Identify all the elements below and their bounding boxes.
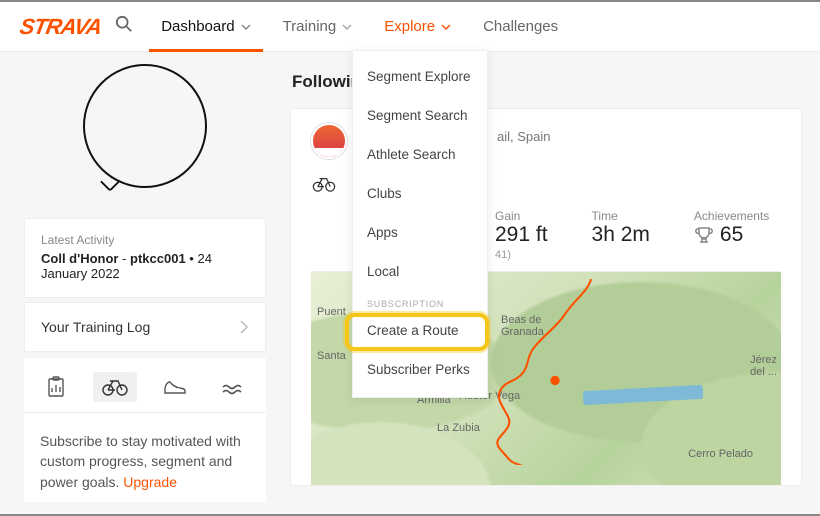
nav-explore-label: Explore bbox=[384, 18, 435, 35]
latest-activity-card[interactable]: Latest Activity Coll d'Honor - ptkcc001 … bbox=[24, 218, 266, 298]
search-icon[interactable] bbox=[109, 15, 141, 38]
swim-icon bbox=[222, 379, 246, 395]
nav-challenges-label: Challenges bbox=[483, 18, 558, 35]
nav-explore[interactable]: Explore bbox=[372, 2, 463, 52]
dd-create-route[interactable]: Create a Route bbox=[353, 311, 487, 350]
nav-dashboard[interactable]: Dashboard bbox=[149, 2, 262, 52]
tab-stats[interactable] bbox=[34, 372, 78, 402]
dd-apps[interactable]: Apps bbox=[353, 213, 487, 252]
dd-subscriber-perks[interactable]: Subscriber Perks bbox=[353, 350, 487, 389]
dd-section-subscription: SUBSCRIPTION bbox=[353, 291, 487, 311]
dd-segment-search[interactable]: Segment Search bbox=[353, 96, 487, 135]
explore-dropdown: Segment Explore Segment Search Athlete S… bbox=[352, 50, 488, 398]
latest-activity-line: Coll d'Honor - ptkcc001 • 24 January 202… bbox=[41, 251, 249, 281]
chevron-right-icon bbox=[239, 320, 249, 334]
chevron-down-icon bbox=[241, 22, 251, 32]
nav-training-label: Training bbox=[283, 18, 337, 35]
chevron-down-icon bbox=[441, 22, 451, 32]
subscribe-promo: Subscribe to stay motivated with custom … bbox=[24, 413, 266, 502]
stat-time-value: 3h 2m bbox=[592, 223, 650, 247]
dd-local[interactable]: Local bbox=[353, 252, 487, 291]
stat-gain-label: Gain bbox=[495, 209, 548, 223]
activity-location: ail, Spain bbox=[497, 129, 550, 144]
nav-challenges[interactable]: Challenges bbox=[471, 2, 570, 52]
sidebar: Latest Activity Coll d'Honor - ptkcc001 … bbox=[24, 60, 266, 502]
top-navbar: STRAVA Dashboard Training Explore Challe… bbox=[0, 2, 820, 52]
tab-bike[interactable] bbox=[93, 372, 137, 402]
profile-avatar[interactable] bbox=[83, 64, 207, 188]
latest-activity-name: Coll d'Honor bbox=[41, 251, 118, 266]
sidebar-tab-row bbox=[24, 358, 266, 413]
trophy-icon bbox=[694, 225, 714, 245]
chevron-down-icon bbox=[342, 22, 352, 32]
dd-segment-explore[interactable]: Segment Explore bbox=[353, 57, 487, 96]
activity-type-badge bbox=[311, 171, 337, 197]
bike-icon bbox=[102, 378, 128, 396]
clipboard-chart-icon bbox=[46, 376, 66, 398]
stat-time-label: Time bbox=[592, 209, 650, 223]
stat-extra: 41) bbox=[495, 249, 548, 261]
latest-activity-header: Latest Activity bbox=[41, 233, 249, 247]
latest-activity-user: ptkcc001 bbox=[130, 251, 186, 266]
stat-ach-value: 65 bbox=[694, 223, 769, 247]
shoe-icon bbox=[163, 379, 187, 395]
tab-swim[interactable] bbox=[212, 372, 256, 402]
stat-ach-label: Achievements bbox=[694, 209, 769, 223]
athlete-avatar[interactable] bbox=[311, 123, 347, 159]
training-log-label: Your Training Log bbox=[41, 319, 150, 335]
bike-icon bbox=[312, 176, 336, 192]
stat-gain-value: 291 ft bbox=[495, 223, 548, 247]
upgrade-link[interactable]: Upgrade bbox=[123, 474, 177, 490]
strava-logo[interactable]: STRAVA bbox=[18, 14, 104, 40]
tab-run[interactable] bbox=[153, 372, 197, 402]
dd-clubs[interactable]: Clubs bbox=[353, 174, 487, 213]
nav-training[interactable]: Training bbox=[271, 2, 365, 52]
nav-dashboard-label: Dashboard bbox=[161, 18, 234, 35]
training-log-link[interactable]: Your Training Log bbox=[24, 302, 266, 352]
dd-athlete-search[interactable]: Athlete Search bbox=[353, 135, 487, 174]
